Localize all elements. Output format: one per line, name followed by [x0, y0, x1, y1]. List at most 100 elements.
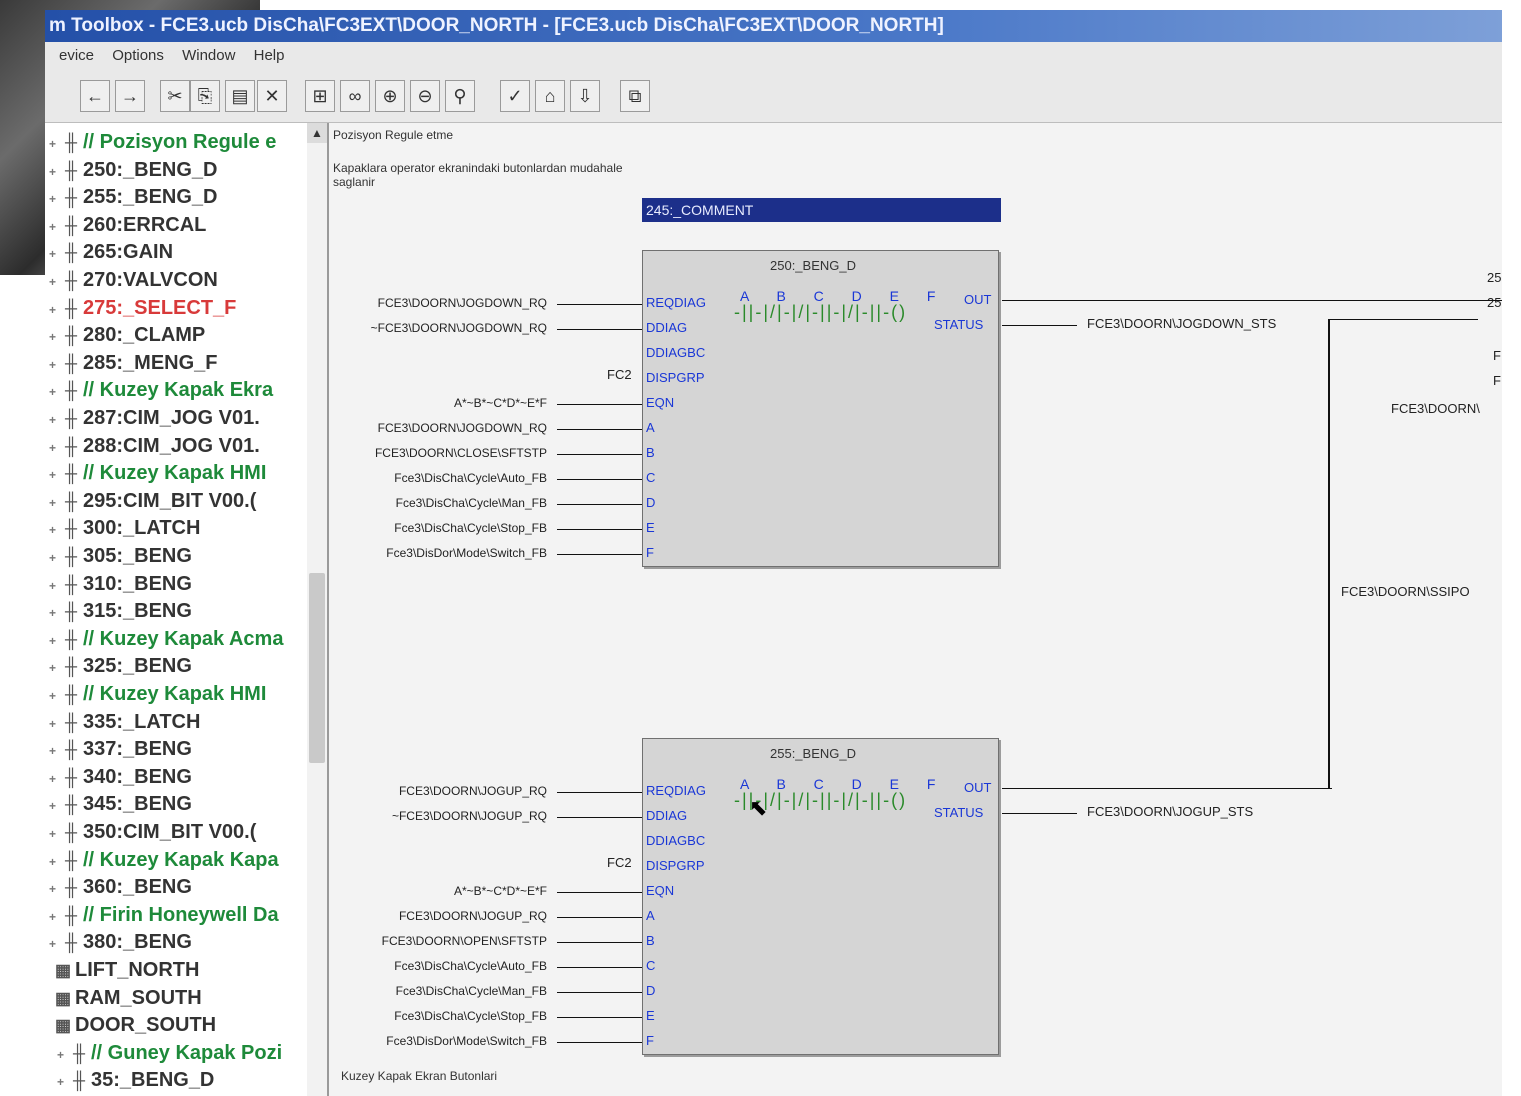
expand-icon[interactable]: +: [49, 247, 59, 261]
folder-icon: ▦: [54, 988, 72, 1008]
input-signal: FCE3\DOORN\JOGUP_RQ: [398, 909, 547, 923]
note-line-1: Kapaklara operator ekranindaki butonlard…: [333, 161, 623, 175]
glasses-icon[interactable]: ∞: [340, 80, 370, 112]
expand-icon[interactable]: +: [49, 661, 59, 675]
tree-item[interactable]: + ╫// Kuzey Kapak Ekra: [49, 379, 273, 405]
tree-item[interactable]: + ╫ 345:_BENG: [49, 793, 192, 819]
comment-block[interactable]: 245:_COMMENT: [642, 198, 1001, 222]
expand-icon[interactable]: +: [49, 192, 59, 206]
copy-icon[interactable]: ⎘: [190, 80, 220, 112]
tree-item[interactable]: ▦ LIFT_NORTH: [51, 959, 199, 985]
tree-item[interactable]: ▦ RAM_SOUTH: [51, 987, 202, 1013]
menu-device[interactable]: evice: [59, 47, 94, 64]
grid-icon[interactable]: ⊞: [305, 80, 335, 112]
expand-icon[interactable]: +: [49, 413, 59, 427]
tree-item[interactable]: + ╫ // Pozisyon Regule e: [49, 131, 276, 157]
expand-icon[interactable]: +: [49, 551, 59, 565]
expand-icon[interactable]: +: [49, 937, 59, 951]
tree-item[interactable]: + ╫ 335:_LATCH: [49, 711, 200, 737]
check-icon[interactable]: ✓: [500, 80, 530, 112]
input-wire: [557, 792, 642, 793]
expand-icon[interactable]: +: [49, 441, 59, 455]
paste-icon[interactable]: ▤: [225, 80, 255, 112]
expand-icon[interactable]: +: [49, 358, 59, 372]
tree-item[interactable]: + ╫ 305:_BENG: [49, 545, 192, 571]
tree-item[interactable]: + ╫ 280:_CLAMP: [49, 324, 205, 350]
tree-item[interactable]: + ╫// Firin Honeywell Da: [49, 904, 279, 930]
build-icon[interactable]: ⌂: [535, 80, 565, 112]
expand-icon[interactable]: +: [49, 496, 59, 510]
tree-item[interactable]: + ╫ 260:ERRCAL: [49, 214, 206, 240]
delete-icon[interactable]: ✕: [257, 80, 287, 112]
expand-icon[interactable]: +: [49, 165, 59, 179]
properties-icon[interactable]: ⧉: [620, 80, 650, 112]
tree-item[interactable]: + ╫ 360:_BENG: [49, 876, 192, 902]
expand-icon[interactable]: +: [49, 385, 59, 399]
forward-arrow-icon[interactable]: →: [115, 80, 145, 112]
zoom-out-icon[interactable]: ⊖: [410, 80, 440, 112]
cut-icon[interactable]: ✂: [160, 80, 190, 112]
scroll-thumb[interactable]: [309, 573, 325, 763]
expand-icon[interactable]: +: [49, 330, 59, 344]
download-icon[interactable]: ⇩: [570, 80, 600, 112]
expand-icon[interactable]: +: [49, 468, 59, 482]
tree-item[interactable]: + ╫// Kuzey Kapak HMI: [49, 683, 266, 709]
tree-item[interactable]: ▦ DOOR_SOUTH: [51, 1014, 216, 1040]
expand-icon[interactable]: +: [49, 275, 59, 289]
menu-help[interactable]: Help: [254, 47, 285, 64]
expand-icon[interactable]: +: [49, 689, 59, 703]
find-icon[interactable]: ⚲: [445, 80, 475, 112]
input-signal: Fce3\DisCha\Cycle\Auto_FB: [394, 959, 547, 973]
expand-icon[interactable]: +: [49, 744, 59, 758]
menu-options[interactable]: Options: [112, 47, 164, 64]
tree-item[interactable]: + ╫ 340:_BENG: [49, 766, 192, 792]
tree-item[interactable]: + ╫ 310:_BENG: [49, 573, 192, 599]
block-icon: ╫: [64, 547, 78, 566]
expand-icon[interactable]: +: [49, 606, 59, 620]
tree-scrollbar[interactable]: ▲: [307, 123, 327, 1096]
tree-item[interactable]: + ╫ 295:CIM_BIT V00.(: [49, 490, 256, 516]
expand-icon[interactable]: +: [57, 1048, 67, 1062]
tree-item[interactable]: + ╫ 315:_BENG: [49, 600, 192, 626]
tree-item[interactable]: + ╫// Kuzey Kapak Kapa: [49, 849, 279, 875]
scroll-up-icon[interactable]: ▲: [307, 123, 327, 143]
tree-item[interactable]: + ╫ 255:_BENG_D: [49, 186, 218, 212]
tree-item[interactable]: + ╫ 35:_BENG_D: [57, 1069, 214, 1095]
menu-window[interactable]: Window: [182, 47, 235, 64]
expand-icon[interactable]: +: [49, 799, 59, 813]
expand-icon[interactable]: +: [49, 579, 59, 593]
expand-icon[interactable]: +: [49, 523, 59, 537]
tree-item[interactable]: + ╫ 337:_BENG: [49, 738, 192, 764]
input-signal: ~FCE3\DOORN\JOGDOWN_RQ: [370, 321, 547, 335]
expand-icon[interactable]: +: [49, 910, 59, 924]
expand-icon[interactable]: +: [49, 634, 59, 648]
tree-item[interactable]: + ╫// Guney Kapak Pozi: [57, 1042, 282, 1068]
expand-icon[interactable]: +: [49, 137, 59, 151]
tree-item-label: 350:CIM_BIT V00.(: [83, 821, 257, 843]
tree-item[interactable]: + ╫ 265:GAIN: [49, 241, 173, 267]
expand-icon[interactable]: +: [49, 303, 59, 317]
zoom-in-icon[interactable]: ⊕: [375, 80, 405, 112]
expand-icon[interactable]: +: [49, 827, 59, 841]
tree-item-label: 380:_BENG: [83, 931, 192, 954]
tree-item[interactable]: + ╫ 250:_BENG_D: [49, 159, 218, 185]
expand-icon[interactable]: +: [49, 220, 59, 234]
back-arrow-icon[interactable]: ←: [80, 80, 110, 112]
tree-item[interactable]: + ╫ 325:_BENG: [49, 655, 192, 681]
tree-item[interactable]: + ╫ 350:CIM_BIT V00.(: [49, 821, 256, 847]
tree-item[interactable]: + ╫// Kuzey Kapak HMI: [49, 462, 266, 488]
expand-icon[interactable]: +: [49, 882, 59, 896]
expand-icon[interactable]: +: [49, 855, 59, 869]
tree-item[interactable]: + ╫ 300:_LATCH: [49, 517, 200, 543]
tree-item[interactable]: + ╫ 285:_MENG_F: [49, 352, 218, 378]
tree-item[interactable]: + ╫ 288:CIM_JOG V01.: [49, 435, 260, 461]
tree-item[interactable]: + ╫ 275:_SELECT_F: [49, 297, 236, 323]
tree-item-label: // Pozisyon Regule e: [83, 131, 277, 153]
expand-icon[interactable]: +: [57, 1075, 67, 1089]
expand-icon[interactable]: +: [49, 772, 59, 786]
tree-item[interactable]: + ╫ 270:VALVCON: [49, 269, 218, 295]
tree-item[interactable]: + ╫ 380:_BENG: [49, 931, 192, 957]
expand-icon[interactable]: +: [49, 717, 59, 731]
tree-item[interactable]: + ╫// Kuzey Kapak Acma: [49, 628, 283, 654]
tree-item[interactable]: + ╫ 287:CIM_JOG V01.: [49, 407, 260, 433]
